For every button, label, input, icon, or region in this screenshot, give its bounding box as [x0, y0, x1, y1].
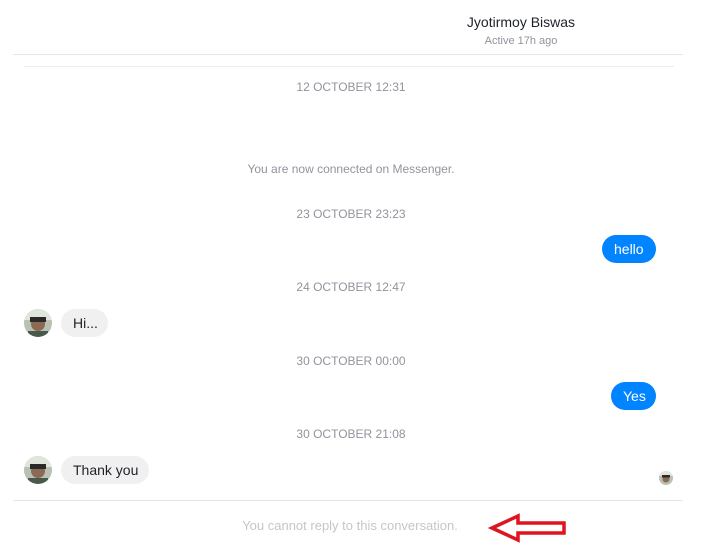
conversation-window: Jyotirmoy Biswas Active 17h ago 12 OCTOB… [0, 0, 722, 550]
contact-avatar-icon[interactable] [24, 309, 52, 337]
timestamp: 30 OCTOBER 00:00 [296, 354, 406, 368]
outgoing-message-bubble[interactable]: hello [602, 235, 656, 263]
composer-divider [13, 500, 683, 501]
outgoing-message-bubble[interactable]: Yes [611, 382, 656, 410]
active-status: Active 17h ago [484, 35, 558, 47]
cannot-reply-notice: You cannot reply to this conversation. [242, 518, 458, 533]
incoming-message-bubble[interactable]: Hi... [61, 309, 108, 337]
timestamp: 23 OCTOBER 23:23 [296, 207, 406, 221]
contact-name[interactable]: Jyotirmoy Biswas [388, 14, 654, 30]
timestamp: 12 OCTOBER 12:31 [296, 80, 406, 94]
conversation-header: Jyotirmoy Biswas Active 17h ago [0, 0, 722, 54]
contact-avatar-icon[interactable] [24, 456, 52, 484]
seen-avatar-icon [659, 471, 673, 485]
left-arrow-annotation-icon [487, 512, 568, 544]
timestamp: 24 OCTOBER 12:47 [296, 280, 406, 294]
timestamp: 30 OCTOBER 21:08 [296, 427, 406, 441]
thread-top-divider [24, 66, 674, 67]
incoming-message-bubble[interactable]: Thank you [61, 456, 149, 484]
system-message: You are now connected on Messenger. [247, 162, 455, 176]
header-divider [13, 54, 683, 55]
